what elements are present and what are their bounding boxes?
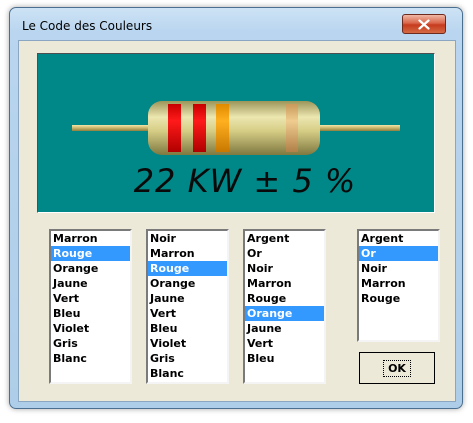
resistor-band-2 xyxy=(193,104,206,152)
resistor-band-3 xyxy=(216,104,229,152)
ok-button-label: OK xyxy=(383,359,411,377)
close-icon xyxy=(418,18,430,30)
list-item[interactable]: Blanc xyxy=(148,366,227,381)
resistance-value: 22 KW ± 5 % xyxy=(133,162,357,200)
title-bar[interactable]: Le Code des Couleurs xyxy=(10,8,462,38)
list-item[interactable]: Jaune xyxy=(51,276,130,291)
resistor-display: 22 KW ± 5 % xyxy=(37,53,435,213)
list-item[interactable]: Marron xyxy=(148,246,227,261)
list-item[interactable]: Bleu xyxy=(148,321,227,336)
resistor-lead-left xyxy=(72,125,154,131)
close-button[interactable] xyxy=(402,14,446,34)
resistor-band-tolerance xyxy=(286,104,298,152)
list-item[interactable]: Bleu xyxy=(51,306,130,321)
dialog-client-area: 22 KW ± 5 % Marron Rouge Orange Jaune Vert Bl… xyxy=(18,40,456,402)
list-item[interactable]: Vert xyxy=(51,291,130,306)
list-item[interactable]: Marron xyxy=(245,276,324,291)
list-item[interactable]: Gris xyxy=(51,336,130,351)
list-item[interactable]: Blanc xyxy=(51,351,130,366)
list-item[interactable]: Argent xyxy=(245,231,324,246)
list-item[interactable]: Or xyxy=(359,246,438,261)
list-item[interactable]: Violet xyxy=(148,336,227,351)
list-item[interactable]: Gris xyxy=(148,351,227,366)
list-item[interactable]: Rouge xyxy=(245,291,324,306)
listbox-band-1[interactable]: Marron Rouge Orange Jaune Vert Bleu Violet Gris… xyxy=(49,229,132,384)
list-item[interactable]: Violet xyxy=(51,321,130,336)
listbox-band-2[interactable]: Noir Marron Rouge Orange Jaune Vert Bleu Violet… xyxy=(146,229,229,384)
resistor-lead-right xyxy=(314,125,400,131)
list-item[interactable]: Rouge xyxy=(148,261,227,276)
resistor-band-1 xyxy=(168,104,181,152)
list-item[interactable]: Jaune xyxy=(245,321,324,336)
listbox-multiplier[interactable]: Argent Or Noir Marron Rouge Orange Jaune Vert Bl… xyxy=(243,229,326,384)
list-item[interactable]: Noir xyxy=(359,261,438,276)
list-item[interactable]: Marron xyxy=(51,231,130,246)
ok-button[interactable]: OK xyxy=(359,352,435,384)
list-item[interactable]: Argent xyxy=(359,231,438,246)
list-item[interactable]: Noir xyxy=(245,261,324,276)
list-item[interactable]: Marron xyxy=(359,276,438,291)
dialog-window: Le Code des Couleurs 22 KW ± 5 % Marron … xyxy=(9,7,463,409)
list-item[interactable]: Bleu xyxy=(245,351,324,366)
list-item[interactable]: Noir xyxy=(148,231,227,246)
list-item[interactable]: Orange xyxy=(245,306,324,321)
window-title: Le Code des Couleurs xyxy=(22,19,153,33)
list-item[interactable]: Or xyxy=(245,246,324,261)
list-item[interactable]: Orange xyxy=(51,261,130,276)
list-item[interactable]: Vert xyxy=(245,336,324,351)
list-item[interactable]: Rouge xyxy=(359,291,438,306)
list-item[interactable]: Orange xyxy=(148,276,227,291)
list-item[interactable]: Rouge xyxy=(51,246,130,261)
listbox-tolerance[interactable]: Argent Or Noir Marron Rouge xyxy=(357,229,440,342)
list-item[interactable]: Vert xyxy=(148,306,227,321)
list-item[interactable]: Jaune xyxy=(148,291,227,306)
